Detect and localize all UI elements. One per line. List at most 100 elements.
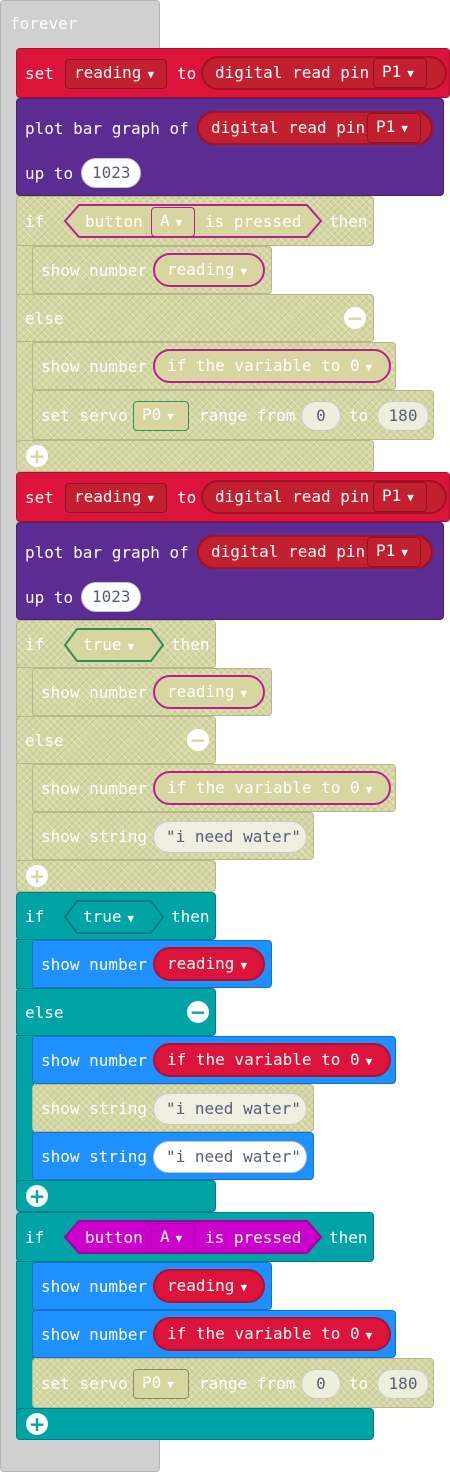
else-row: else − bbox=[16, 294, 374, 342]
caret-down-icon: ▼ bbox=[365, 1055, 373, 1068]
pin-dropdown[interactable]: P1 ▼ bbox=[367, 537, 421, 567]
to-label: to bbox=[349, 1374, 369, 1393]
button-value: A bbox=[160, 1227, 170, 1246]
minus-circle-icon[interactable]: − bbox=[187, 729, 209, 751]
caret-down-icon: ▼ bbox=[175, 1232, 183, 1245]
plot-bar-graph-block[interactable]: plot bar graph of digital read pin P1 ▼ u… bbox=[16, 522, 444, 620]
minus-circle-icon[interactable]: − bbox=[344, 307, 366, 329]
true-dropdown[interactable]: true ▼ bbox=[83, 635, 134, 657]
pin-value: P1 bbox=[382, 62, 402, 81]
pin-dropdown[interactable]: P1 ▼ bbox=[367, 113, 421, 143]
plus-circle-icon[interactable]: + bbox=[26, 1413, 48, 1435]
range-from-input[interactable]: 0 bbox=[301, 1369, 341, 1399]
caret-down-icon: ▼ bbox=[407, 67, 414, 80]
up-to-label: up to bbox=[25, 588, 74, 607]
minus-circle-icon[interactable]: − bbox=[187, 1001, 209, 1023]
show-number-label: show number bbox=[41, 1277, 147, 1296]
show-number-block[interactable]: show number if the variable to 0 ▼ bbox=[32, 1036, 396, 1084]
caret-down-icon: ▼ bbox=[365, 783, 373, 796]
then-label: then bbox=[329, 1228, 368, 1247]
reading-reporter[interactable]: reading ▼ bbox=[153, 253, 265, 287]
true-value: true bbox=[83, 907, 122, 926]
plus-circle-icon[interactable]: + bbox=[26, 445, 48, 467]
variable-label: if the variable to 0 bbox=[167, 778, 360, 797]
reading-reporter[interactable]: reading ▼ bbox=[153, 1269, 265, 1303]
if-block[interactable]: if button A ▼ is pressed then bbox=[16, 1212, 374, 1262]
set-variable-block[interactable]: set reading ▼ to digital read pin P1 ▼ bbox=[16, 472, 450, 522]
pin-value: P1 bbox=[382, 486, 402, 505]
show-number-block[interactable]: show number reading ▼ bbox=[32, 940, 272, 988]
variable-label: if the variable to 0 bbox=[167, 356, 360, 375]
forever-label: forever bbox=[10, 14, 78, 33]
max-value-input[interactable]: 1023 bbox=[81, 158, 141, 188]
pin-value: P1 bbox=[376, 117, 396, 136]
show-number-label: show number bbox=[41, 955, 147, 974]
caret-down-icon: ▼ bbox=[167, 410, 174, 423]
show-string-label: show string bbox=[41, 827, 147, 846]
caret-down-icon: ▼ bbox=[167, 1378, 174, 1391]
max-value-input[interactable]: 1023 bbox=[81, 582, 141, 612]
show-number-block[interactable]: show number reading ▼ bbox=[32, 668, 272, 716]
variable-reporter[interactable]: if the variable to 0 ▼ bbox=[153, 349, 391, 383]
set-variable-block[interactable]: set reading ▼ to digital read pin P1 ▼ bbox=[16, 48, 450, 98]
button-dropdown[interactable]: A ▼ bbox=[151, 207, 195, 237]
string-input[interactable]: "i need water" bbox=[153, 1141, 307, 1173]
range-from-label: range from bbox=[199, 1374, 296, 1393]
variable-name: reading bbox=[74, 487, 142, 506]
pin-dropdown[interactable]: P1 ▼ bbox=[373, 482, 427, 512]
caret-down-icon: ▼ bbox=[127, 640, 135, 653]
range-to-input[interactable]: 180 bbox=[377, 401, 429, 431]
plus-circle-icon[interactable]: + bbox=[26, 865, 48, 887]
variable-reporter[interactable]: if the variable to 0 ▼ bbox=[153, 1043, 391, 1077]
servo-pin-dropdown[interactable]: P0 ▼ bbox=[133, 401, 189, 431]
if-else-block[interactable]: if true ▼ then bbox=[16, 620, 216, 668]
else-row: else − bbox=[16, 716, 216, 764]
variable-reporter[interactable]: if the variable to 0 ▼ bbox=[153, 1317, 391, 1351]
button-value: A bbox=[160, 211, 170, 230]
servo-pin-value: P0 bbox=[142, 405, 162, 424]
variable-dropdown[interactable]: reading ▼ bbox=[65, 59, 167, 89]
to-label: to bbox=[177, 488, 197, 507]
show-number-block[interactable]: show number reading ▼ bbox=[32, 1262, 272, 1310]
then-label: then bbox=[329, 212, 368, 231]
string-input[interactable]: "i need water" bbox=[153, 1093, 307, 1125]
plot-bar-graph-label: plot bar graph of bbox=[25, 543, 189, 562]
set-servo-block[interactable]: set servo P0 ▼ range from 0 to 180 bbox=[32, 1358, 434, 1408]
caret-down-icon: ▼ bbox=[240, 959, 248, 972]
range-to-input[interactable]: 180 bbox=[377, 1369, 429, 1399]
show-string-block[interactable]: show string "i need water" bbox=[32, 1132, 314, 1180]
string-input[interactable]: "i need water" bbox=[153, 821, 307, 853]
is-pressed-label: is pressed bbox=[205, 1228, 302, 1247]
show-number-block[interactable]: show number if the variable to 0 ▼ bbox=[32, 342, 396, 390]
variable-reporter[interactable]: if the variable to 0 ▼ bbox=[153, 771, 391, 805]
show-number-label: show number bbox=[41, 779, 147, 798]
if-else-block[interactable]: if button A ▼ is pressed then bbox=[16, 196, 374, 246]
caret-down-icon: ▼ bbox=[365, 1329, 373, 1342]
show-string-block[interactable]: show string "i need water" bbox=[32, 1084, 314, 1132]
range-from-input[interactable]: 0 bbox=[301, 401, 341, 431]
digital-read-label: digital read pin bbox=[211, 542, 366, 561]
button-dropdown[interactable]: A ▼ bbox=[151, 1223, 195, 1253]
plot-bar-graph-label: plot bar graph of bbox=[25, 119, 189, 138]
show-string-label: show string bbox=[41, 1099, 147, 1118]
is-pressed-label: is pressed bbox=[205, 212, 302, 231]
digital-read-label: digital read pin bbox=[215, 63, 370, 82]
plot-bar-graph-block[interactable]: plot bar graph of digital read pin P1 ▼ u… bbox=[16, 98, 444, 196]
pin-dropdown[interactable]: P1 ▼ bbox=[373, 58, 427, 88]
set-servo-block[interactable]: set servo P0 ▼ range from 0 to 180 bbox=[32, 390, 434, 440]
show-number-block[interactable]: show number if the variable to 0 ▼ bbox=[32, 1310, 396, 1358]
plus-circle-icon[interactable]: + bbox=[26, 1185, 48, 1207]
show-string-block[interactable]: show string "i need water" bbox=[32, 812, 314, 860]
button-label: button bbox=[85, 212, 143, 231]
show-number-block[interactable]: show number reading ▼ bbox=[32, 246, 272, 294]
show-number-block[interactable]: show number if the variable to 0 ▼ bbox=[32, 764, 396, 812]
caret-down-icon: ▼ bbox=[147, 68, 155, 81]
set-label: set bbox=[25, 64, 54, 83]
servo-pin-dropdown[interactable]: P0 ▼ bbox=[133, 1369, 189, 1399]
set-servo-label: set servo bbox=[41, 1374, 128, 1393]
true-dropdown[interactable]: true ▼ bbox=[83, 907, 134, 929]
variable-dropdown[interactable]: reading ▼ bbox=[65, 483, 167, 513]
reading-reporter[interactable]: reading ▼ bbox=[153, 947, 265, 981]
if-else-block[interactable]: if true ▼ then bbox=[16, 892, 216, 940]
reading-reporter[interactable]: reading ▼ bbox=[153, 675, 265, 709]
